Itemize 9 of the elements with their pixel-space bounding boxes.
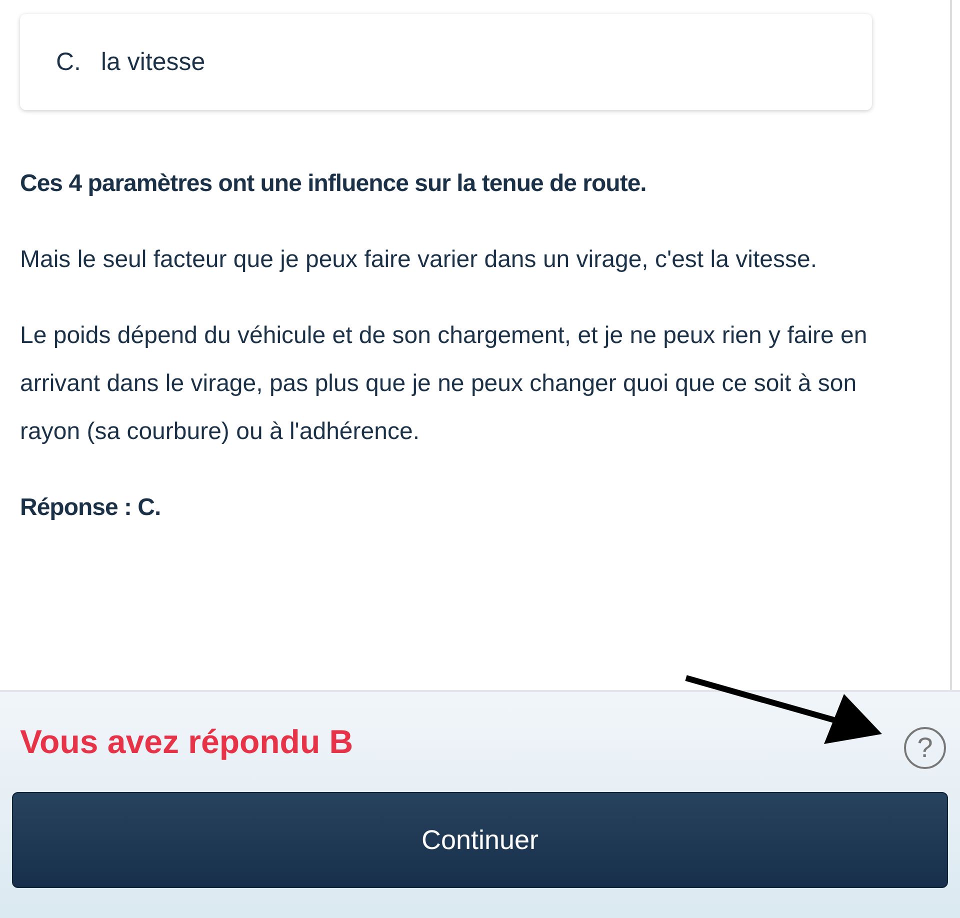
result-text: Vous avez répondu B bbox=[20, 723, 354, 761]
arrow-icon bbox=[684, 672, 884, 744]
bold-paragraph: Réponse : C. bbox=[20, 493, 162, 523]
help-icon[interactable]: ? bbox=[904, 727, 946, 769]
paragraph: Mais le seul facteur que je peux faire varier dans un virage, c'est la vitesse. bbox=[20, 245, 818, 275]
answer-option[interactable]: C. la vitesse bbox=[20, 14, 872, 110]
continue-button[interactable]: Continuer bbox=[12, 792, 948, 888]
bold-paragraph: Ces 4 paramètres ont une influence sur la tenue de route. bbox=[20, 169, 648, 199]
paragraph: Le poids dépend du véhicule et de son chargement, et je ne peux rien y faire en arrivant dans le virage, pas plus que je ne peux changer quoi que ce soit à son rayon (sa courbure) ou à l'adhérence. bbox=[20, 321, 868, 447]
